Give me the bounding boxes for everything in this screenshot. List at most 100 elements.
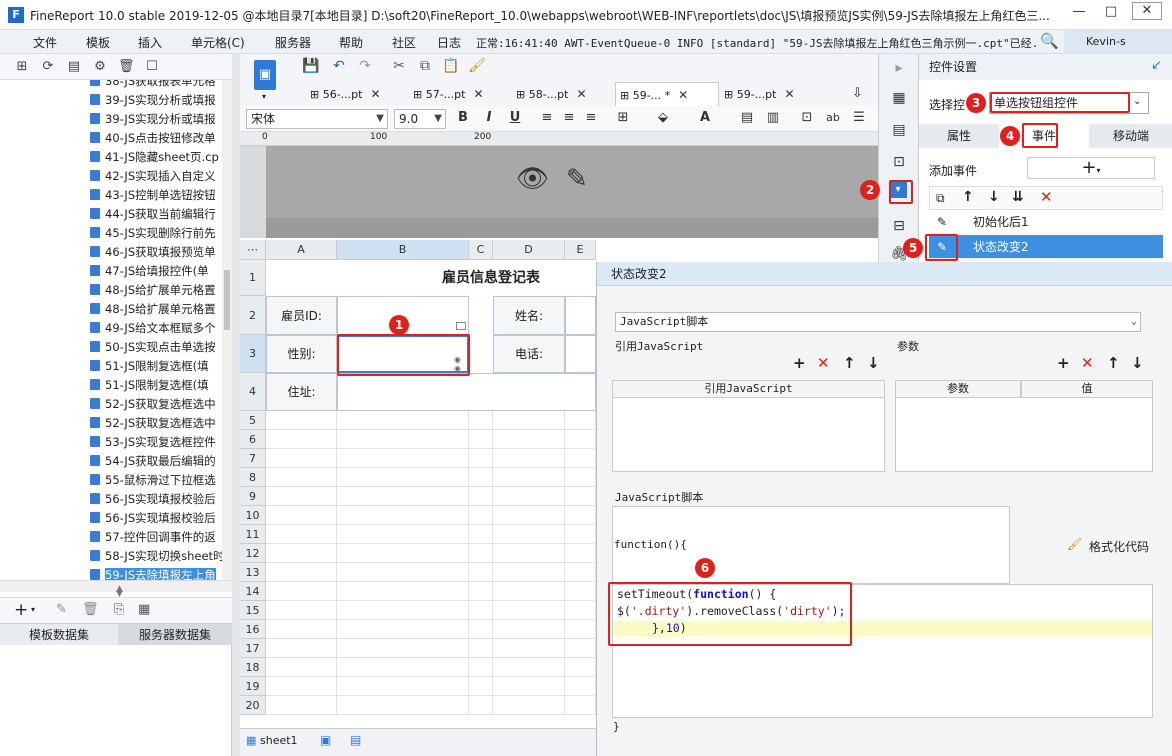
close-icon[interactable]: ✕ [576, 87, 586, 101]
grid-cell[interactable] [266, 639, 337, 658]
tree-item[interactable]: 51-JS限制复选框(填 [90, 357, 222, 376]
hyperlink-icon[interactable]: ⊡ [889, 152, 909, 172]
tab-57[interactable]: ⊞ 57-...pt ✕ [409, 82, 511, 106]
grid-cell[interactable] [337, 582, 469, 601]
eye-hidden-icon[interactable]: 👁 [516, 164, 549, 194]
paste-icon[interactable]: 📋 [442, 57, 460, 75]
menu-cell[interactable]: 单元格(C) [191, 34, 245, 51]
menu-log[interactable]: 日志 [437, 34, 461, 51]
italic-icon[interactable]: I [480, 109, 498, 127]
row-header[interactable]: 16 [240, 620, 266, 639]
grid-cell[interactable] [565, 677, 596, 696]
align-center-icon[interactable]: ≡ [560, 109, 578, 127]
tab-59b[interactable]: ⊞ 59-...pt ✕ [720, 82, 838, 106]
menu-insert[interactable]: 插入 [138, 34, 162, 51]
close-icon[interactable]: ✕ [473, 87, 483, 101]
grid-cell[interactable] [565, 582, 596, 601]
dropdown-arrow-icon[interactable]: ▾ [31, 605, 35, 614]
chevron-down-icon[interactable]: ▾ [262, 92, 266, 101]
row-header[interactable]: 7 [240, 449, 266, 468]
align-right-icon[interactable]: ≡ [582, 109, 600, 127]
bold-icon[interactable]: B [454, 109, 472, 127]
tree-item[interactable]: 48-JS给扩展单元格置 [90, 281, 222, 300]
delete-icon[interactable]: 🗑 [118, 59, 135, 75]
col-header-E[interactable]: E [565, 240, 596, 260]
fill-color-icon[interactable]: ⬙ [654, 109, 672, 127]
grid-cell[interactable] [337, 544, 469, 563]
left-splitter[interactable] [232, 54, 240, 756]
more-format-icon[interactable]: ☰ [850, 109, 868, 127]
grid-cell[interactable] [493, 639, 565, 658]
grid-cell[interactable] [493, 658, 565, 677]
grid-cell[interactable] [493, 677, 565, 696]
row-header[interactable]: 1 [240, 260, 266, 296]
grid-cell[interactable] [469, 506, 493, 525]
close-icon[interactable]: ✕ [678, 88, 688, 102]
tree-item[interactable]: 41-JS隐藏sheet页.cp [90, 148, 222, 167]
row-header[interactable]: 17 [240, 639, 266, 658]
font-color-icon[interactable]: A [696, 109, 714, 127]
grid-cell[interactable] [493, 487, 565, 506]
cell-E3[interactable] [565, 335, 596, 373]
tree-item[interactable]: 51-JS限制复选框(填 [90, 376, 222, 395]
tree-item[interactable]: 48-JS给扩展单元格置 [90, 300, 222, 319]
grid-cell[interactable] [469, 582, 493, 601]
unmerge-icon[interactable]: ▥ [764, 109, 782, 127]
grid-cell[interactable] [493, 468, 565, 487]
menu-template[interactable]: 模板 [86, 34, 110, 51]
row-header[interactable]: 9 [240, 487, 266, 506]
tree-item[interactable]: 54-JS获取最后编辑的 [90, 452, 222, 471]
widget-area[interactable]: 👁 ✎ [266, 146, 878, 218]
add-dataset-icon[interactable]: + [14, 600, 28, 620]
grid-cell[interactable] [493, 696, 565, 715]
grid-cell[interactable] [493, 563, 565, 582]
maximize-button[interactable]: □ [1096, 2, 1126, 24]
grid-cell[interactable] [469, 525, 493, 544]
grid-cell[interactable] [266, 620, 337, 639]
tree-item[interactable]: 39-JS实现分析或填报 [90, 91, 222, 110]
grid-cell[interactable] [266, 525, 337, 544]
tab-mobile[interactable]: 移动端 [1089, 124, 1172, 148]
grid-cell[interactable] [266, 487, 337, 506]
grid-cell[interactable] [565, 525, 596, 544]
cut-icon[interactable]: ✂ [390, 57, 408, 75]
add-param-icon[interactable]: + [1057, 354, 1070, 372]
grid-cell[interactable] [266, 563, 337, 582]
grid-cell[interactable] [266, 411, 337, 430]
col-header-D[interactable]: D [493, 240, 565, 260]
refresh-icon[interactable]: ⟳ [40, 59, 56, 75]
grid-cell[interactable] [565, 563, 596, 582]
grid-cell[interactable] [565, 449, 596, 468]
tab-58[interactable]: ⊞ 58-...pt ✕ [512, 82, 614, 106]
template-info-icon[interactable]: ▤ [66, 59, 82, 75]
grid-cell[interactable] [469, 544, 493, 563]
grid-cell[interactable] [266, 544, 337, 563]
grid-cell[interactable] [337, 601, 469, 620]
up-arrow-icon[interactable]: ↑ [1107, 354, 1120, 372]
grid-cell[interactable] [565, 487, 596, 506]
grid-cell[interactable] [493, 525, 565, 544]
grid-cell[interactable] [565, 639, 596, 658]
event-item-init[interactable]: ✎ 初始化后1 [929, 210, 1163, 234]
tree-item[interactable]: 39-JS实现分析或填报 [90, 110, 222, 129]
condition-attr-icon[interactable]: ▤ [889, 120, 909, 140]
format-code-button[interactable]: 格式化代码 [1089, 538, 1149, 555]
delete-event-icon[interactable]: ✕ [1040, 188, 1053, 206]
grid-cell[interactable] [337, 430, 469, 449]
tree-item[interactable]: 56-JS实现填报校验后 [90, 509, 222, 528]
tree-item[interactable]: 46-JS获取填报预览单 [90, 243, 222, 262]
cell-B4[interactable] [337, 373, 596, 411]
tab-server-dataset[interactable]: 服务器数据集 [118, 624, 232, 646]
tab-list-icon[interactable]: ⇩ [852, 86, 863, 101]
grid-cell[interactable] [337, 468, 469, 487]
delete-param-icon[interactable]: ✕ [1081, 354, 1094, 372]
save-icon[interactable]: 💾 [302, 57, 320, 75]
merge-icon[interactable]: ▤ [738, 109, 756, 127]
grid-cell[interactable] [266, 677, 337, 696]
row-header[interactable]: 5 [240, 411, 266, 430]
underline-icon[interactable]: U [506, 109, 524, 127]
chevron-right-icon[interactable]: ▸ [889, 58, 909, 78]
edit-icon[interactable]: ✎ [56, 602, 67, 617]
template-type-icon[interactable]: ▣ [254, 60, 276, 90]
grid-cell[interactable] [266, 658, 337, 677]
